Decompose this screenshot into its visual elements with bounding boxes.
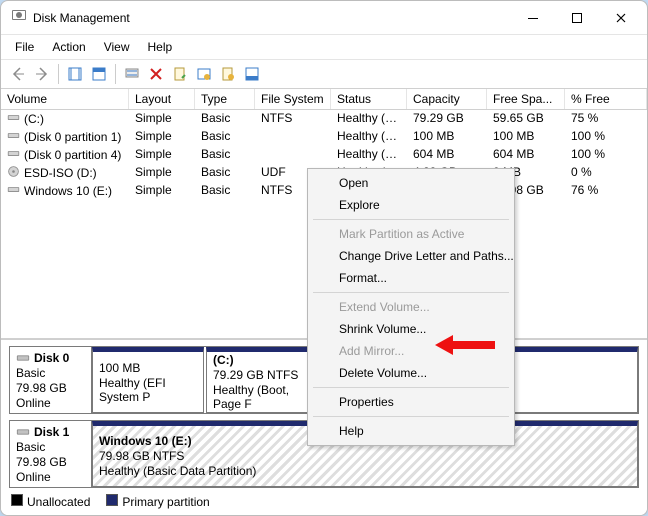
disk-type: Basic bbox=[16, 366, 85, 380]
volume-icon bbox=[7, 165, 20, 181]
ctx-explore[interactable]: Explore bbox=[311, 194, 511, 216]
disk-management-window: Disk Management File Action View Help bbox=[0, 0, 648, 516]
show-hide-top-button[interactable] bbox=[88, 63, 110, 85]
menu-help[interactable]: Help bbox=[140, 37, 181, 57]
partition[interactable]: 100 MB Healthy (EFI System P bbox=[92, 347, 204, 413]
legend-primary: Primary partition bbox=[106, 494, 209, 509]
col-capacity[interactable]: Capacity bbox=[407, 89, 487, 109]
annotation-arrow bbox=[433, 331, 495, 362]
disk-icon bbox=[16, 425, 30, 439]
disk-name: Disk 1 bbox=[34, 425, 69, 439]
menu-separator bbox=[313, 416, 509, 417]
partition-desc: Healthy (Boot, Page F bbox=[213, 383, 307, 411]
menu-action[interactable]: Action bbox=[44, 37, 93, 57]
ctx-help[interactable]: Help bbox=[311, 420, 511, 442]
col-pctfree[interactable]: % Free bbox=[565, 89, 647, 109]
partition-size: 79.29 GB NTFS bbox=[213, 368, 307, 382]
back-button[interactable] bbox=[7, 63, 29, 85]
partition-desc: Healthy (Basic Data Partition) bbox=[99, 464, 631, 478]
col-volume[interactable]: Volume bbox=[1, 89, 129, 109]
disk-name: Disk 0 bbox=[34, 351, 69, 365]
minimize-button[interactable] bbox=[511, 3, 555, 33]
partition[interactable]: (C:) 79.29 GB NTFS Healthy (Boot, Page F bbox=[206, 347, 314, 413]
app-icon bbox=[11, 8, 27, 27]
disk-type: Basic bbox=[16, 440, 85, 454]
menu-file[interactable]: File bbox=[7, 37, 42, 57]
ctx-extend-volume: Extend Volume... bbox=[311, 296, 511, 318]
disk1-header[interactable]: Disk 1 Basic 79.98 GB Online bbox=[10, 421, 92, 487]
partition-size: 100 MB bbox=[99, 361, 197, 375]
legend-unallocated: Unallocated bbox=[11, 494, 90, 509]
col-freespace[interactable]: Free Spa... bbox=[487, 89, 565, 109]
col-layout[interactable]: Layout bbox=[129, 89, 195, 109]
volume-icon bbox=[7, 147, 20, 163]
ctx-properties[interactable]: Properties bbox=[311, 391, 511, 413]
delete-button[interactable] bbox=[145, 63, 167, 85]
ctx-mark-partition-as-active: Mark Partition as Active bbox=[311, 223, 511, 245]
ctx-format[interactable]: Format... bbox=[311, 267, 511, 289]
refresh-button[interactable] bbox=[121, 63, 143, 85]
swatch-black bbox=[11, 494, 23, 506]
menu-view[interactable]: View bbox=[96, 37, 138, 57]
settings-button[interactable] bbox=[193, 63, 215, 85]
partition-size: 79.98 GB NTFS bbox=[99, 449, 631, 463]
menu-separator bbox=[313, 219, 509, 220]
volume-icon bbox=[7, 129, 20, 145]
toolbar bbox=[1, 60, 647, 89]
forward-button[interactable] bbox=[31, 63, 53, 85]
volume-name: Windows 10 (E:) bbox=[24, 184, 112, 198]
menu-separator bbox=[313, 387, 509, 388]
partition-desc: Healthy (EFI System P bbox=[99, 376, 197, 404]
volume-icon bbox=[7, 111, 20, 127]
show-bottom-button[interactable] bbox=[241, 63, 263, 85]
column-headers: Volume Layout Type File System Status Ca… bbox=[1, 89, 647, 110]
ctx-change-drive-letter-and-paths[interactable]: Change Drive Letter and Paths... bbox=[311, 245, 511, 267]
volume-name: (Disk 0 partition 1) bbox=[24, 130, 121, 144]
disk-status: Online bbox=[16, 396, 85, 410]
titlebar: Disk Management bbox=[1, 1, 647, 35]
disk-size: 79.98 GB bbox=[16, 455, 85, 469]
toolbar-divider bbox=[115, 64, 116, 84]
ctx-delete-volume[interactable]: Delete Volume... bbox=[311, 362, 511, 384]
disk-status: Online bbox=[16, 470, 85, 484]
window-title: Disk Management bbox=[33, 11, 511, 25]
volume-icon bbox=[7, 183, 20, 199]
col-filesystem[interactable]: File System bbox=[255, 89, 331, 109]
volume-name: (C:) bbox=[24, 112, 44, 126]
volume-name: ESD-ISO (D:) bbox=[24, 166, 97, 180]
close-button[interactable] bbox=[599, 3, 643, 33]
show-hide-console-button[interactable] bbox=[64, 63, 86, 85]
legend: Unallocated Primary partition bbox=[1, 488, 647, 515]
context-menu: OpenExplore Mark Partition as ActiveChang… bbox=[307, 168, 515, 446]
volume-name: (Disk 0 partition 4) bbox=[24, 148, 121, 162]
menubar: File Action View Help bbox=[1, 35, 647, 60]
swatch-blue bbox=[106, 494, 118, 506]
disk-size: 79.98 GB bbox=[16, 381, 85, 395]
partition-name: (C:) bbox=[213, 353, 307, 367]
col-status[interactable]: Status bbox=[331, 89, 407, 109]
disk0-header[interactable]: Disk 0 Basic 79.98 GB Online bbox=[10, 347, 92, 413]
properties-button[interactable] bbox=[169, 63, 191, 85]
toolbar-divider bbox=[58, 64, 59, 84]
disk-icon bbox=[16, 351, 30, 365]
ctx-open[interactable]: Open bbox=[311, 172, 511, 194]
col-type[interactable]: Type bbox=[195, 89, 255, 109]
help-button[interactable] bbox=[217, 63, 239, 85]
menu-separator bbox=[313, 292, 509, 293]
maximize-button[interactable] bbox=[555, 3, 599, 33]
